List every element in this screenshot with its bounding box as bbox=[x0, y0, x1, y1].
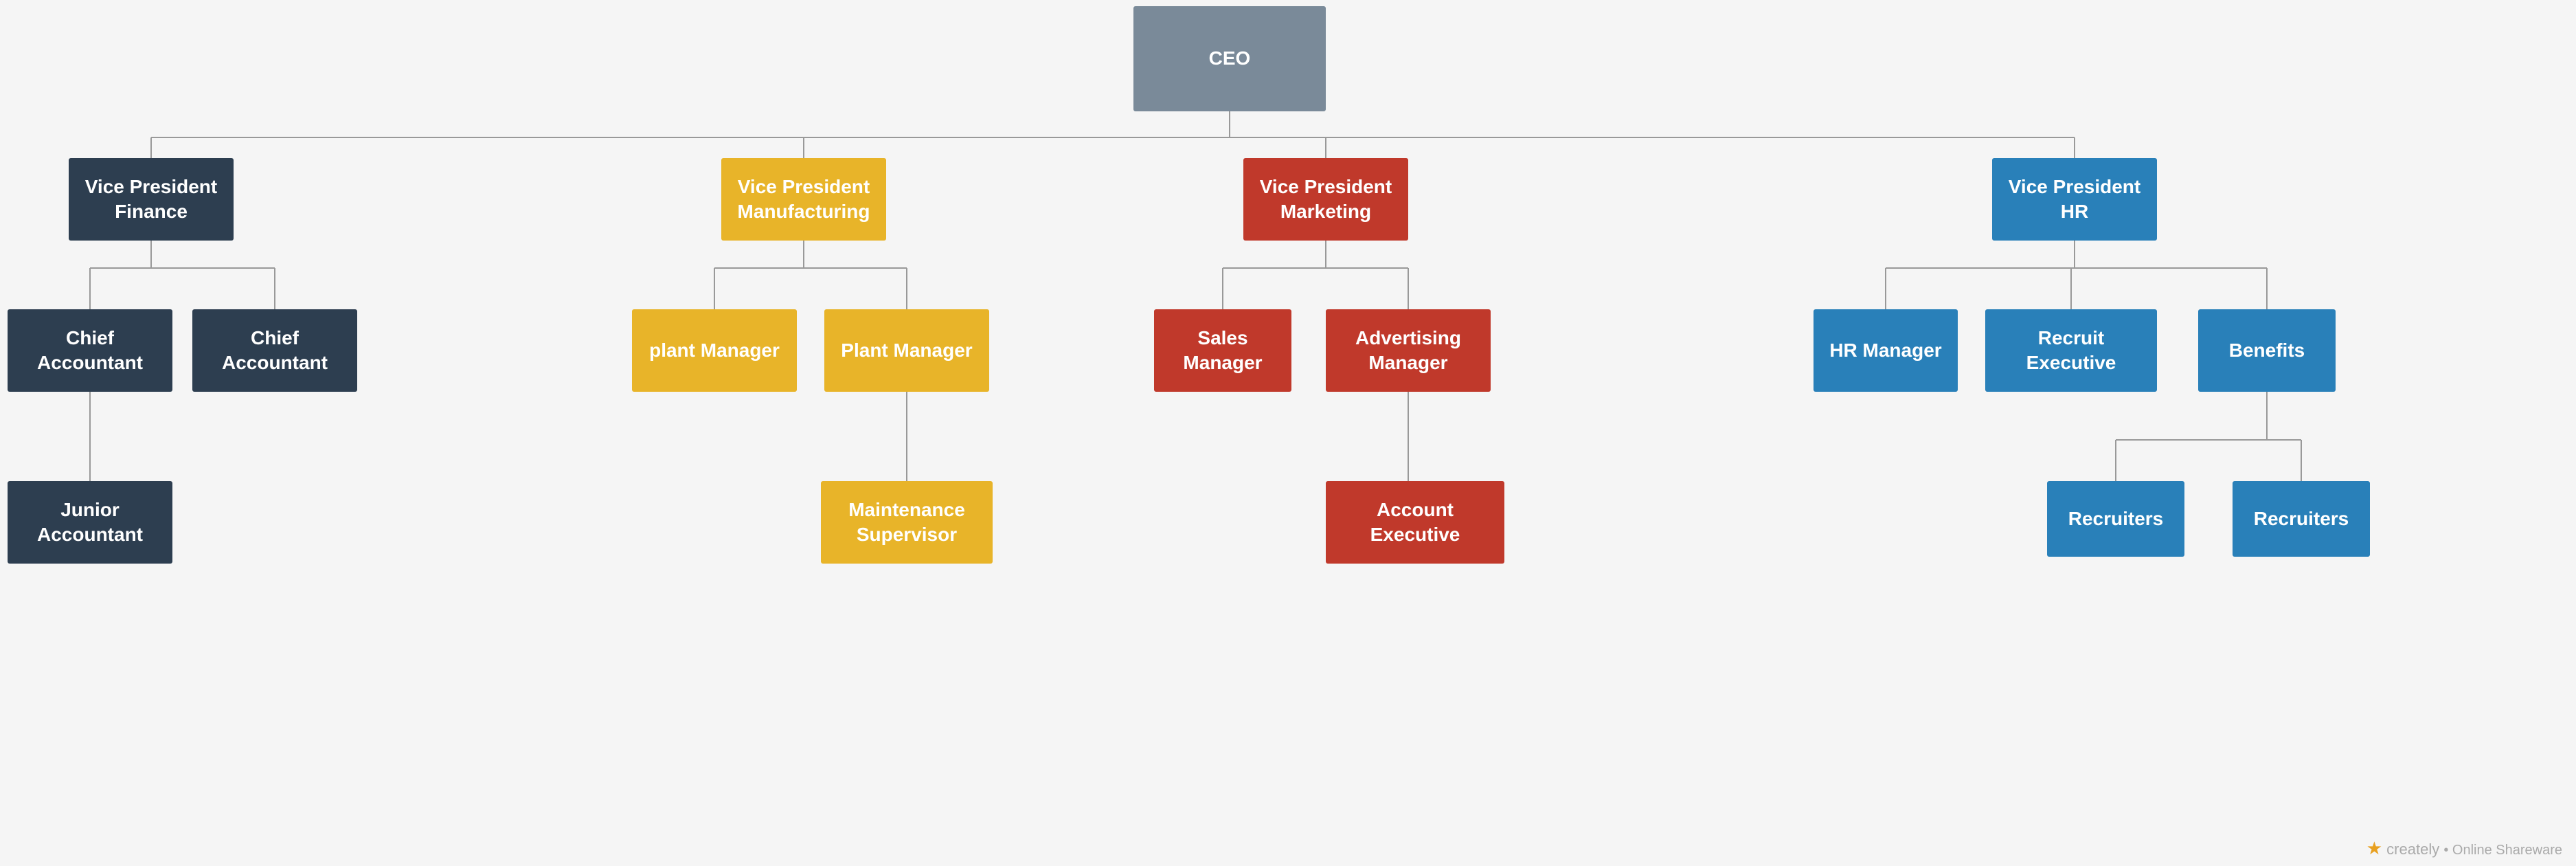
plant-manager-yellow-node: plant Manager bbox=[632, 309, 797, 392]
recruit-executive-node: Recruit Executive bbox=[1985, 309, 2157, 392]
vp-manufacturing-node: Vice PresidentManufacturing bbox=[721, 158, 886, 241]
recruiters-1-node: Recruiters bbox=[2047, 481, 2184, 557]
watermark: ★ creately • Online Shareware bbox=[2366, 838, 2562, 859]
hr-manager-node: HR Manager bbox=[1814, 309, 1958, 392]
vp-marketing-node: Vice PresidentMarketing bbox=[1243, 158, 1408, 241]
org-chart: CEO Vice PresidentFinance Vice President… bbox=[0, 0, 2576, 866]
maintenance-supervisor-node: MaintenanceSupervisor bbox=[821, 481, 993, 564]
vp-hr-node: Vice PresidentHR bbox=[1992, 158, 2157, 241]
junior-accountant-node: JuniorAccountant bbox=[8, 481, 172, 564]
benefits-node: Benefits bbox=[2198, 309, 2336, 392]
plant-manager-node: Plant Manager bbox=[824, 309, 989, 392]
sales-manager-node: SalesManager bbox=[1154, 309, 1291, 392]
recruiters-2-node: Recruiters bbox=[2233, 481, 2370, 557]
vp-finance-node: Vice PresidentFinance bbox=[69, 158, 234, 241]
advertising-manager-node: AdvertisingManager bbox=[1326, 309, 1491, 392]
chief-accountant-2-node: Chief Accountant bbox=[192, 309, 357, 392]
ceo-node: CEO bbox=[1133, 6, 1326, 111]
account-executive-node: Account Executive bbox=[1326, 481, 1504, 564]
connectors-svg bbox=[0, 0, 2576, 866]
chief-accountant-1-node: Chief Accountant bbox=[8, 309, 172, 392]
